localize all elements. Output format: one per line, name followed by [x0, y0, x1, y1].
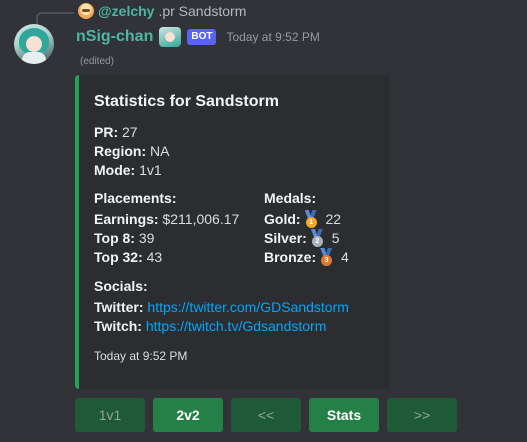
bronze-field: Bronze: 3 4	[264, 248, 349, 266]
twitter-link[interactable]: https://twitter.com/GDSandstorm	[147, 299, 349, 315]
top8-field: Top 8: 39	[94, 230, 155, 246]
bot-tag: BOT	[187, 29, 217, 45]
pr-field: PR: 27	[94, 124, 138, 140]
medals-column: Medals: Gold: 1 22 Silver: 2 5 Bronze: 3 4	[264, 189, 349, 267]
earnings-field: Earnings: $211,006.17	[94, 211, 240, 227]
top32-field: Top 32: 43	[94, 249, 163, 265]
medals-title: Medals:	[264, 190, 317, 206]
action-buttons: 1v1 2v2 << Stats >>	[75, 398, 457, 432]
gold-medal-icon: 1	[303, 210, 319, 228]
message-header: nSig-chan BOT Today at 9:52 PM	[76, 26, 320, 48]
replied-message-text[interactable]: .pr Sandstorm	[158, 3, 246, 19]
embed-title: Statistics for Sandstorm	[94, 93, 279, 110]
edited-label: (edited)	[80, 56, 114, 67]
placements-title: Placements:	[94, 190, 177, 206]
mode-field: Mode: 1v1	[94, 162, 162, 178]
mode-1v1-button[interactable]: 1v1	[75, 398, 145, 432]
user-badge-icon	[159, 27, 182, 47]
socials-title: Socials:	[94, 278, 148, 294]
reply-connector	[36, 12, 74, 26]
avatar[interactable]	[14, 24, 54, 64]
mode-2v2-button[interactable]: 2v2	[153, 398, 223, 432]
region-field: Region: NA	[94, 143, 170, 159]
reply-preview[interactable]: @zelchy .pr Sandstorm	[78, 2, 246, 20]
twitter-field: Twitter: https://twitter.com/GDSandstorm	[94, 299, 349, 315]
message-timestamp[interactable]: Today at 9:52 PM	[226, 30, 319, 44]
username[interactable]: nSig-chan	[76, 28, 153, 46]
placements-column: Placements: Earnings: $211,006.17 Top 8:…	[94, 189, 264, 267]
gold-field: Gold: 1 22	[264, 210, 342, 228]
twitch-link[interactable]: https://twitch.tv/Gdsandstorm	[146, 318, 327, 334]
embed-footer-timestamp: Today at 9:52 PM	[94, 349, 188, 363]
embed: Statistics for Sandstorm PR: 27 Region: …	[75, 75, 390, 389]
stats-button[interactable]: Stats	[309, 398, 379, 432]
silver-field: Silver: 2 5	[264, 229, 340, 247]
replied-username[interactable]: @zelchy	[98, 3, 154, 19]
bronze-medal-icon: 3	[318, 248, 334, 266]
replied-user-avatar[interactable]	[78, 3, 94, 19]
twitch-field: Twitch: https://twitch.tv/Gdsandstorm	[94, 318, 327, 334]
silver-medal-icon: 2	[309, 229, 325, 247]
previous-page-button[interactable]: <<	[231, 398, 301, 432]
next-page-button[interactable]: >>	[387, 398, 457, 432]
